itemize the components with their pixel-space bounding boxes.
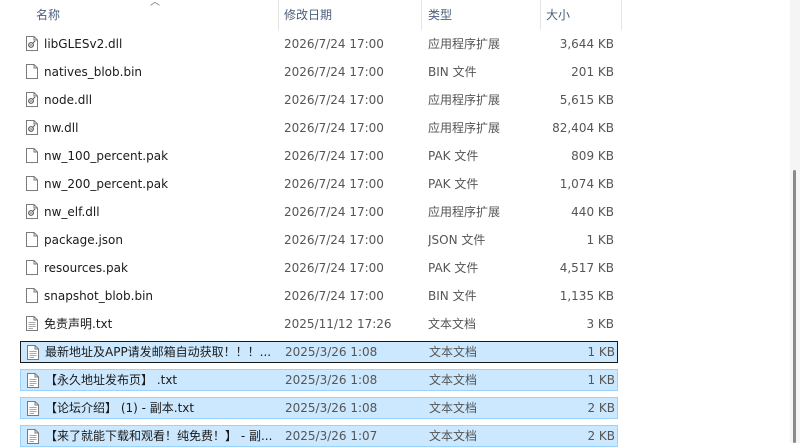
file-name: resources.pak <box>44 261 128 275</box>
file-row[interactable]: 【来了就能下载和观看！纯免费！】 - 副... 2025/3/26 1:07 文本文… <box>20 425 618 447</box>
sort-ascending-icon: ︿ <box>150 0 160 8</box>
file-size: 3,644 KB <box>559 37 614 51</box>
file-modified-date: 2026/7/24 17:00 <box>284 205 384 219</box>
file-modified-date: 2025/3/26 1:08 <box>285 401 378 415</box>
file-modified-date: 2026/7/24 17:00 <box>284 121 384 135</box>
column-divider[interactable] <box>278 0 279 30</box>
file-name: 免责声明.txt <box>44 317 113 331</box>
file-modified-date: 2026/7/24 17:00 <box>284 177 384 191</box>
file-modified-date: 2025/11/12 17:26 <box>284 317 392 331</box>
file-size: 5,615 KB <box>559 93 614 107</box>
file-modified-date: 2026/7/24 17:00 <box>284 93 384 107</box>
file-modified-date: 2026/7/24 17:00 <box>284 65 384 79</box>
file-modified-date: 2026/7/24 17:00 <box>284 261 384 275</box>
file-size: 82,404 KB <box>552 121 614 135</box>
scrollbar-thumb[interactable] <box>793 170 796 443</box>
file-modified-date: 2025/3/26 1:08 <box>285 345 378 359</box>
file-name: nw.dll <box>44 121 79 135</box>
file-row[interactable]: 【永久地址发布页】 .txt 2025/3/26 1:08 文本文档 1 KB <box>20 369 618 391</box>
column-divider[interactable] <box>540 0 541 30</box>
file-modified-date: 2026/7/24 17:00 <box>284 37 384 51</box>
file-row[interactable]: resources.pak 2026/7/24 17:00 PAK 文件 4,517 … <box>20 257 618 279</box>
file-row[interactable]: nw_elf.dll 2026/7/24 17:00 应用程序扩展 440 KB <box>20 201 618 223</box>
file-modified-date: 2025/3/26 1:07 <box>285 429 378 443</box>
file-name: 最新地址及APP请发邮箱自动获取！！！... <box>45 345 272 359</box>
column-header-name[interactable]: 名称 <box>36 0 60 30</box>
file-name: natives_blob.bin <box>44 65 143 79</box>
file-row[interactable]: natives_blob.bin 2026/7/24 17:00 BIN 文件 201… <box>20 61 618 83</box>
column-header-type[interactable]: 类型 <box>428 0 452 30</box>
file-size: 1 KB <box>587 345 615 359</box>
file-row[interactable]: package.json 2026/7/24 17:00 JSON 文件 1 KB <box>20 229 618 251</box>
file-size: 1 KB <box>586 233 614 247</box>
file-size: 201 KB <box>571 65 614 79</box>
file-row[interactable]: 免责声明.txt 2025/11/12 17:26 文本文档 3 KB <box>20 313 618 335</box>
file-row[interactable]: node.dll 2026/7/24 17:00 应用程序扩展 5,615 KB <box>20 89 618 111</box>
file-name: nw_elf.dll <box>44 205 100 219</box>
file-row[interactable]: nw_100_percent.pak 2026/7/24 17:00 PAK 文件 8… <box>20 145 618 167</box>
file-row[interactable]: snapshot_blob.bin 2026/7/24 17:00 BIN 文件 1,… <box>20 285 618 307</box>
file-modified-date: 2026/7/24 17:00 <box>284 233 384 247</box>
file-row[interactable]: 最新地址及APP请发邮箱自动获取！！！... 2025/3/26 1:08 文本文档… <box>20 341 618 363</box>
file-name: package.json <box>44 233 124 247</box>
file-modified-date: 2025/3/26 1:08 <box>285 373 378 387</box>
file-size: 1,135 KB <box>559 289 614 303</box>
file-size: 1,074 KB <box>559 177 614 191</box>
file-name: nw_100_percent.pak <box>44 149 169 163</box>
file-modified-date: 2026/7/24 17:00 <box>284 289 384 303</box>
file-row[interactable]: nw_200_percent.pak 2026/7/24 17:00 PAK 文件 1… <box>20 173 618 195</box>
file-size: 2 KB <box>587 401 615 415</box>
column-divider[interactable] <box>421 0 422 30</box>
file-name: 【论坛介绍】 (1) - 副本.txt <box>45 401 195 415</box>
file-size: 440 KB <box>571 205 614 219</box>
column-header-modified[interactable]: 修改日期 <box>284 0 332 30</box>
file-name: 【来了就能下载和观看！纯免费！】 - 副... <box>45 429 273 443</box>
file-row[interactable]: libGLESv2.dll 2026/7/24 17:00 应用程序扩展 3,644 … <box>20 33 618 55</box>
file-row[interactable]: nw.dll 2026/7/24 17:00 应用程序扩展 82,404 KB <box>20 117 618 139</box>
file-size: 4,517 KB <box>559 261 614 275</box>
file-name: node.dll <box>44 93 93 107</box>
file-modified-date: 2026/7/24 17:00 <box>284 149 384 163</box>
file-name: libGLESv2.dll <box>44 37 123 51</box>
column-header-size[interactable]: 大小 <box>546 0 570 30</box>
file-size: 809 KB <box>571 149 614 163</box>
file-size: 3 KB <box>586 317 614 331</box>
column-header-bar: 名称 ︿ 修改日期 类型 大小 <box>0 0 790 30</box>
column-divider[interactable] <box>621 0 622 30</box>
file-size: 1 KB <box>587 373 615 387</box>
file-size: 2 KB <box>587 429 615 443</box>
file-row[interactable]: 【论坛介绍】 (1) - 副本.txt 2025/3/26 1:08 文本文档 2 K… <box>20 397 618 419</box>
file-name: nw_200_percent.pak <box>44 177 169 191</box>
file-name: snapshot_blob.bin <box>44 289 154 303</box>
file-name: 【永久地址发布页】 .txt <box>45 373 178 387</box>
